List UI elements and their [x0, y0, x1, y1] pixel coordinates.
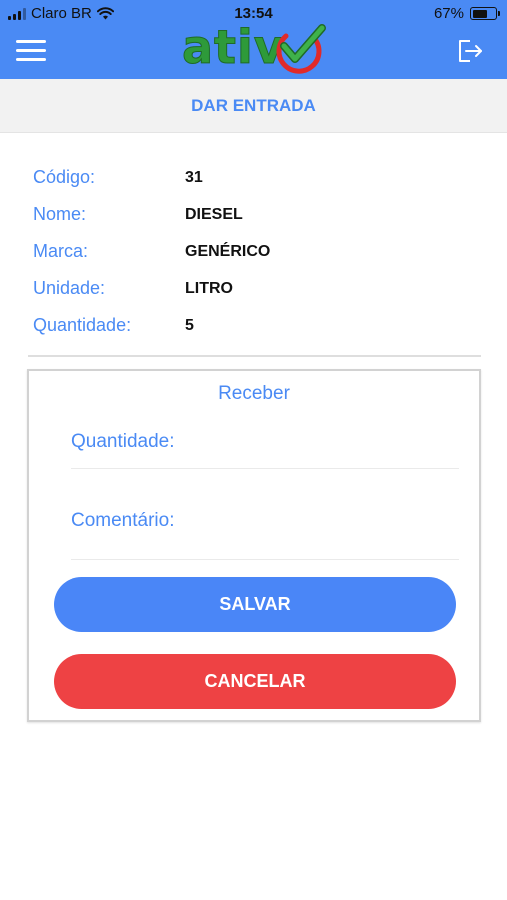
- detail-label: Unidade:: [33, 278, 106, 298]
- quantity-field: Quantidade:: [71, 427, 459, 469]
- app-header: Claro BR 13:54 67% ativ: [0, 0, 507, 79]
- battery-percent: 67%: [433, 5, 464, 22]
- cancel-button[interactable]: CANCELAR: [54, 654, 456, 709]
- detail-value: 5: [185, 317, 194, 334]
- detail-value: LITRO: [185, 280, 233, 297]
- detail-value: 31: [185, 169, 203, 186]
- logout-icon[interactable]: [457, 38, 485, 64]
- detail-label: Quantidade:: [33, 315, 132, 335]
- quantity-label: Quantidade:: [71, 431, 175, 452]
- battery-icon: [470, 7, 500, 20]
- page-title-bar: DAR ENTRADA: [0, 79, 507, 133]
- comment-field: Comentário:: [71, 506, 459, 560]
- section-divider: [28, 355, 481, 357]
- quantity-input[interactable]: [193, 429, 459, 455]
- detail-label: Código:: [33, 167, 96, 187]
- receive-form-card: Receber Quantidade: Comentário: SALVAR C…: [27, 369, 481, 722]
- detail-value: DIESEL: [185, 206, 243, 223]
- logo-text: ativ: [182, 20, 285, 75]
- save-button[interactable]: SALVAR: [54, 577, 456, 632]
- detail-label: Nome:: [33, 204, 87, 224]
- app-logo: ativ: [182, 20, 332, 76]
- status-right: 67%: [433, 5, 500, 22]
- detail-value: GENÉRICO: [185, 243, 271, 260]
- comment-label: Comentário:: [71, 510, 175, 531]
- receive-form-title: Receber: [218, 383, 290, 404]
- detail-label: Marca:: [33, 241, 89, 261]
- page-title: DAR ENTRADA: [191, 96, 316, 115]
- logo-check-icon: [276, 24, 326, 74]
- hamburger-menu-icon[interactable]: [16, 40, 46, 62]
- comment-input[interactable]: [193, 508, 459, 534]
